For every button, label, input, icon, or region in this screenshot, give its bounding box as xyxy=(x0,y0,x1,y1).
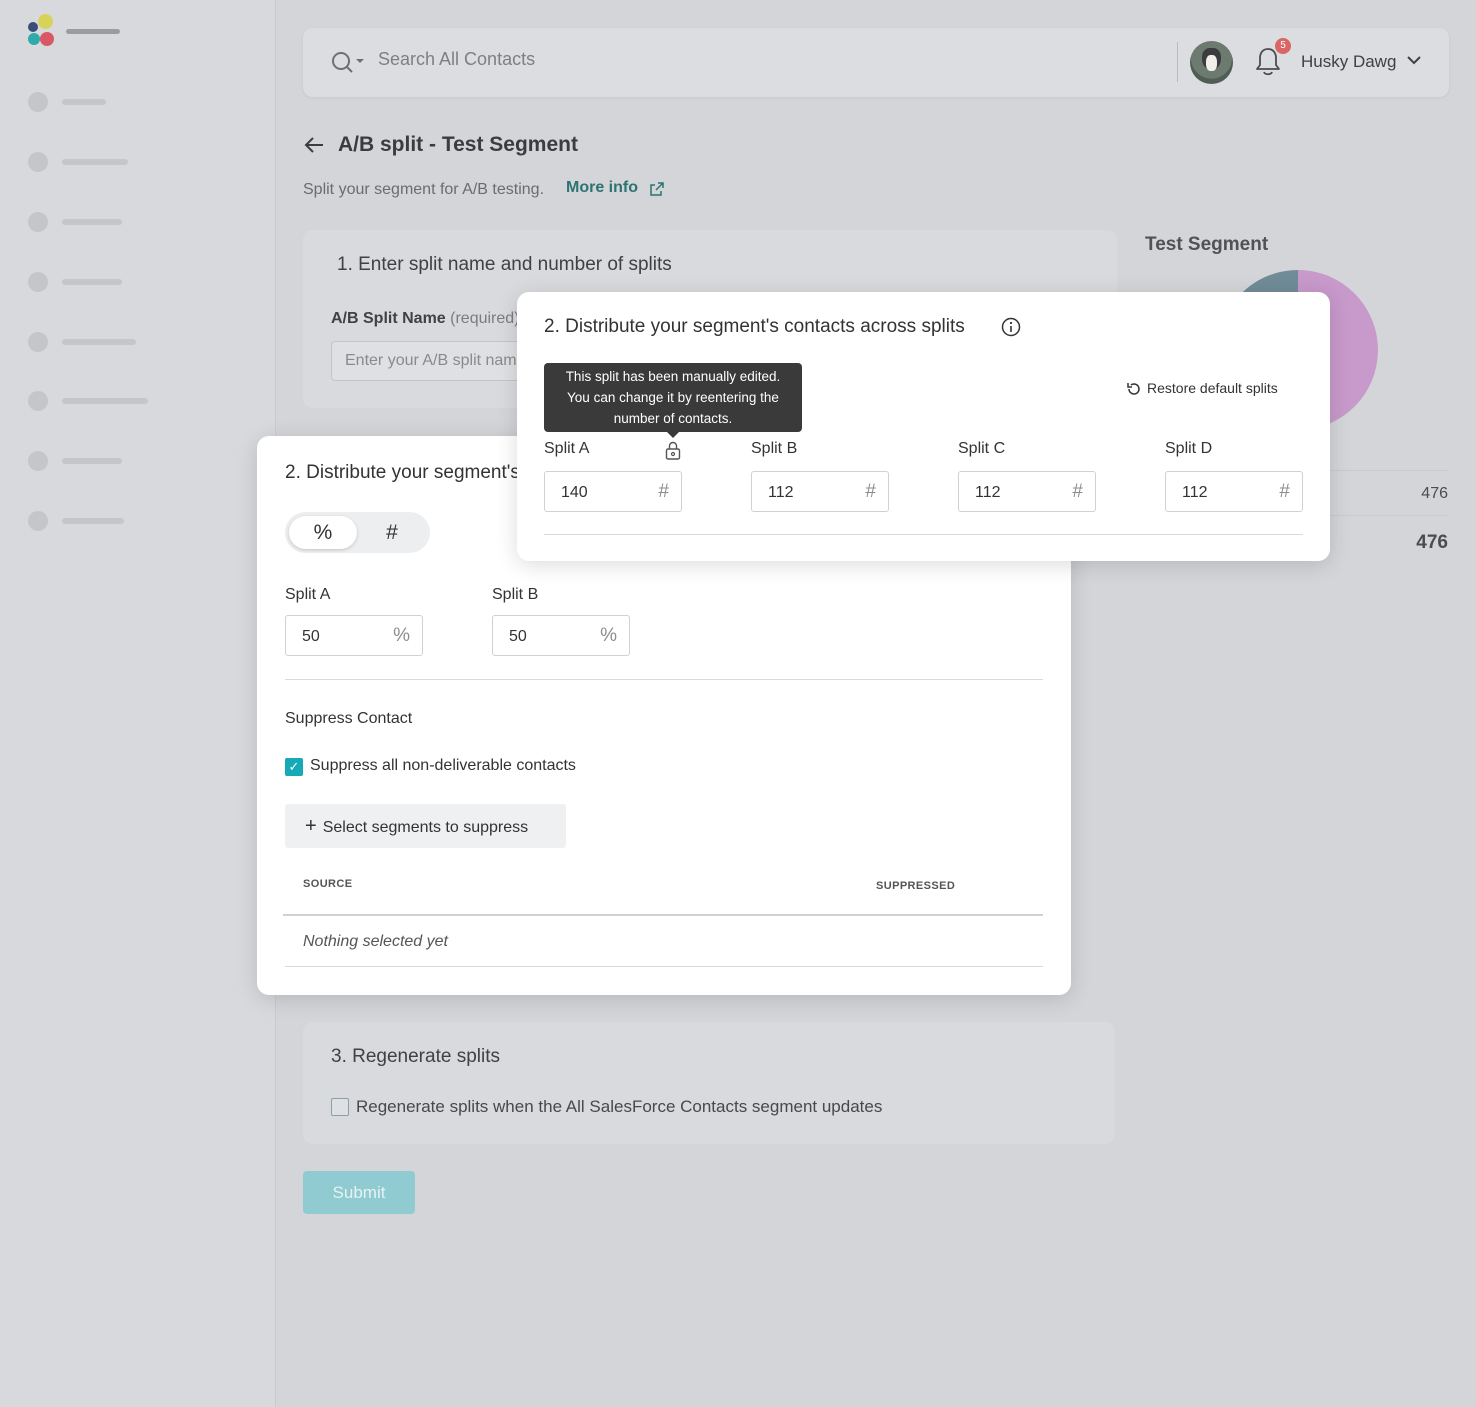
table-header-source[interactable]: SOURCE xyxy=(303,878,352,890)
regenerate-label: Regenerate splits when the All SalesForc… xyxy=(356,1097,883,1116)
avatar[interactable] xyxy=(1190,41,1233,84)
divider xyxy=(1177,42,1178,82)
sidebar-item[interactable] xyxy=(28,391,228,411)
sidebar-item[interactable] xyxy=(28,511,228,531)
percent-icon: % xyxy=(600,625,617,646)
tooltip-line: This split has been manually edited. xyxy=(565,369,781,384)
sidebar-item[interactable] xyxy=(28,212,228,232)
page-subtitle: Split your segment for A/B testing. xyxy=(303,181,545,198)
split-b-value: 50 xyxy=(509,628,527,645)
hash-icon: # xyxy=(1072,481,1083,502)
segment-summary-title: Test Segment xyxy=(1145,234,1269,255)
hash-icon: # xyxy=(658,481,669,502)
split-a-label: Split A xyxy=(285,586,331,603)
sidebar-item[interactable] xyxy=(28,92,228,112)
toggle-percent[interactable]: % xyxy=(289,516,357,549)
hash-icon: # xyxy=(1279,481,1290,502)
submit-button[interactable]: Submit xyxy=(303,1171,415,1214)
split-d-label: Split D xyxy=(1165,440,1213,457)
distribute-number-title: 2. Distribute your segment's contacts ac… xyxy=(544,316,965,337)
required-hint: (required) xyxy=(450,310,520,327)
search-icon[interactable] xyxy=(331,50,369,76)
split-a-number-input[interactable]: 140 # xyxy=(544,471,682,512)
suppress-checkbox[interactable]: ✓ xyxy=(285,758,303,776)
app-logo[interactable] xyxy=(26,14,126,48)
external-link-icon[interactable] xyxy=(650,182,664,196)
empty-table-message: Nothing selected yet xyxy=(303,933,448,950)
page-title: A/B split - Test Segment xyxy=(338,133,578,156)
split-name-label: A/B Split Name (required) xyxy=(331,310,520,328)
split-a-value: 140 xyxy=(561,484,588,501)
sidebar-item[interactable] xyxy=(28,152,228,172)
suppress-checkbox-label: Suppress all non-deliverable contacts xyxy=(310,757,576,774)
sidebar-item[interactable] xyxy=(28,332,228,352)
split-b-value: 112 xyxy=(768,484,794,501)
regenerate-checkbox[interactable] xyxy=(331,1098,349,1116)
restore-default-splits-button[interactable]: Restore default splits xyxy=(1147,380,1278,396)
split-c-value: 112 xyxy=(975,484,1001,501)
distribute-number-card: 2. Distribute your segment's contacts ac… xyxy=(517,292,1330,561)
select-segments-button[interactable]: + Select segments to suppress xyxy=(285,804,566,848)
split-b-label: Split B xyxy=(492,586,539,603)
step1-title: 1. Enter split name and number of splits xyxy=(337,254,672,275)
segment-total-value: 476 xyxy=(1416,532,1448,553)
split-a-value: 50 xyxy=(302,628,320,645)
hash-icon: # xyxy=(865,481,876,502)
step3-card xyxy=(303,1022,1115,1144)
toggle-number[interactable]: # xyxy=(358,516,426,549)
plus-icon: + xyxy=(305,815,317,837)
split-b-number-input[interactable]: 112 # xyxy=(751,471,889,512)
select-segments-label: Select segments to suppress xyxy=(322,819,529,836)
split-a-percent-input[interactable]: 50 % xyxy=(285,615,423,656)
sidebar xyxy=(0,0,276,1407)
info-icon[interactable] xyxy=(1001,317,1021,337)
suppress-heading: Suppress Contact xyxy=(285,710,413,727)
chevron-down-icon[interactable] xyxy=(1406,54,1422,66)
locked-split-tooltip: This split has been manually edited. You… xyxy=(544,363,802,438)
percent-icon: % xyxy=(393,625,410,646)
user-name[interactable]: Husky Dawg xyxy=(1301,52,1396,72)
table-header-suppressed[interactable]: SUPPRESSED xyxy=(876,880,955,892)
divider xyxy=(283,914,1043,916)
step3-title: 3. Regenerate splits xyxy=(331,1046,500,1067)
tooltip-line: You can change it by reentering the xyxy=(567,390,779,405)
divider xyxy=(285,679,1043,680)
split-d-number-input[interactable]: 112 # xyxy=(1165,471,1303,512)
segment-row-value: 476 xyxy=(1421,485,1448,502)
back-arrow-icon[interactable] xyxy=(303,134,325,156)
unit-toggle: % # xyxy=(285,512,430,553)
lock-icon[interactable] xyxy=(665,441,681,460)
more-info-link[interactable]: More info xyxy=(566,179,638,197)
sidebar-item[interactable] xyxy=(28,272,228,292)
split-c-number-input[interactable]: 112 # xyxy=(958,471,1096,512)
tooltip-line: number of contacts. xyxy=(613,411,733,426)
split-c-label: Split C xyxy=(958,440,1006,457)
notification-badge: 5 xyxy=(1275,38,1291,54)
restore-icon[interactable] xyxy=(1126,381,1142,397)
split-name-label-text: A/B Split Name xyxy=(331,310,446,327)
top-bar: Search All Contacts 5 Husky Dawg xyxy=(303,28,1449,97)
sidebar-item[interactable] xyxy=(28,451,228,471)
divider xyxy=(285,966,1043,967)
split-d-value: 112 xyxy=(1182,484,1208,501)
search-input[interactable]: Search All Contacts xyxy=(378,49,535,70)
divider xyxy=(544,534,1303,535)
split-b-percent-input[interactable]: 50 % xyxy=(492,615,630,656)
split-a-label: Split A xyxy=(544,440,590,457)
split-b-label: Split B xyxy=(751,440,798,457)
